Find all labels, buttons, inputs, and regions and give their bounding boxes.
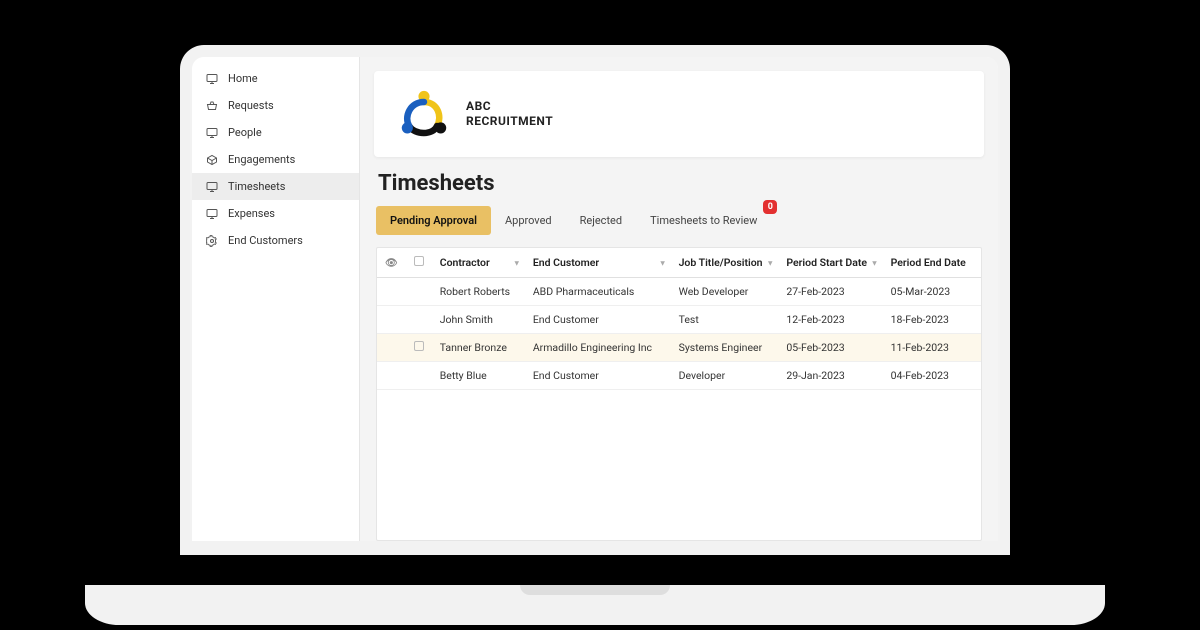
monitor-icon (206, 127, 218, 139)
app-root: Home Requests People Engagements Timeshe… (192, 57, 998, 541)
tab-timesheets-to-review[interactable]: Timesheets to Review 0 (636, 206, 771, 235)
sidebar: Home Requests People Engagements Timeshe… (192, 57, 360, 541)
sidebar-item-label: Requests (228, 99, 274, 112)
brand-name: ABC RECRUITMENT (466, 99, 553, 129)
column-period-end[interactable]: Period End Date (883, 248, 981, 278)
timesheets-table-container: 👁 Contractor End Customer Job Title/Posi… (376, 247, 982, 541)
laptop-notch (520, 585, 670, 595)
sidebar-item-label: Engagements (228, 153, 295, 166)
timesheets-table: 👁 Contractor End Customer Job Title/Posi… (377, 248, 981, 390)
row-checkbox-cell[interactable] (406, 334, 432, 362)
checkbox-icon (414, 256, 424, 266)
column-visibility[interactable]: 👁 (377, 248, 406, 278)
basket-icon (206, 100, 218, 112)
table-row[interactable]: Betty BlueEnd CustomerDeveloper29-Jan-20… (377, 362, 981, 390)
monitor-icon (206, 208, 218, 220)
brand-logo (396, 89, 452, 139)
cell-contractor: Tanner Bronze (432, 334, 525, 362)
checkbox-icon (414, 341, 424, 351)
cell-period-start: 12-Feb-2023 (778, 306, 882, 334)
cell-period-start: 27-Feb-2023 (778, 278, 882, 306)
sidebar-item-label: Home (228, 72, 258, 85)
cell-contractor: John Smith (432, 306, 525, 334)
row-checkbox-cell[interactable] (406, 306, 432, 334)
table-row[interactable]: Tanner BronzeArmadillo Engineering IncSy… (377, 334, 981, 362)
cell-period-start: 29-Jan-2023 (778, 362, 882, 390)
cell-job-title: Systems Engineer (671, 334, 779, 362)
row-checkbox-cell[interactable] (406, 362, 432, 390)
sidebar-item-end-customers[interactable]: End Customers (192, 227, 359, 254)
page-title: Timesheets (378, 171, 982, 196)
main-area: ABC RECRUITMENT Timesheets Pending Appro… (360, 57, 998, 541)
column-end-customer[interactable]: End Customer (525, 248, 671, 278)
sidebar-item-label: Timesheets (228, 180, 285, 193)
monitor-icon (206, 73, 218, 85)
laptop-base (85, 585, 1105, 625)
monitor-icon (206, 181, 218, 193)
sidebar-item-home[interactable]: Home (192, 65, 359, 92)
cell-end-customer: Armadillo Engineering Inc (525, 334, 671, 362)
sidebar-item-label: End Customers (228, 234, 303, 247)
row-checkbox-cell[interactable] (406, 278, 432, 306)
row-blank (377, 362, 406, 390)
sidebar-item-label: Expenses (228, 207, 275, 220)
column-select-all[interactable] (406, 248, 432, 278)
cell-contractor: Robert Roberts (432, 278, 525, 306)
tab-approved[interactable]: Approved (491, 206, 566, 235)
box-icon (206, 154, 218, 166)
sidebar-item-expenses[interactable]: Expenses (192, 200, 359, 227)
cell-job-title: Developer (671, 362, 779, 390)
notification-badge: 0 (763, 200, 777, 214)
row-blank (377, 334, 406, 362)
laptop-frame: Home Requests People Engagements Timeshe… (180, 45, 1010, 625)
brand-line1: ABC (466, 99, 553, 114)
cell-period-end: 04-Feb-2023 (883, 362, 981, 390)
cell-job-title: Web Developer (671, 278, 779, 306)
column-period-start[interactable]: Period Start Date (778, 248, 882, 278)
sidebar-item-timesheets[interactable]: Timesheets (192, 173, 359, 200)
row-blank (377, 306, 406, 334)
cell-end-customer: End Customer (525, 362, 671, 390)
cell-period-end: 11-Feb-2023 (883, 334, 981, 362)
cell-period-end: 18-Feb-2023 (883, 306, 981, 334)
sidebar-item-label: People (228, 126, 262, 139)
brand-line2: RECRUITMENT (466, 114, 553, 129)
cell-end-customer: ABD Pharmaceuticals (525, 278, 671, 306)
cell-job-title: Test (671, 306, 779, 334)
table-row[interactable]: John SmithEnd CustomerTest12-Feb-202318-… (377, 306, 981, 334)
gear-icon (206, 235, 218, 247)
cell-contractor: Betty Blue (432, 362, 525, 390)
cell-period-start: 05-Feb-2023 (778, 334, 882, 362)
table-row[interactable]: Robert RobertsABD PharmaceuticalsWeb Dev… (377, 278, 981, 306)
cell-end-customer: End Customer (525, 306, 671, 334)
screen: Home Requests People Engagements Timeshe… (180, 45, 1010, 555)
tab-pending-approval[interactable]: Pending Approval (376, 206, 491, 235)
tab-rejected[interactable]: Rejected (566, 206, 636, 235)
cell-period-end: 05-Mar-2023 (883, 278, 981, 306)
sidebar-item-requests[interactable]: Requests (192, 92, 359, 119)
eye-icon: 👁 (385, 258, 398, 269)
column-contractor[interactable]: Contractor (432, 248, 525, 278)
sidebar-item-people[interactable]: People (192, 119, 359, 146)
tabs: Pending Approval Approved Rejected Times… (376, 206, 982, 235)
row-blank (377, 278, 406, 306)
sidebar-item-engagements[interactable]: Engagements (192, 146, 359, 173)
page-content: Timesheets Pending Approval Approved Rej… (360, 167, 998, 541)
brand-header: ABC RECRUITMENT (374, 71, 984, 157)
column-job-title[interactable]: Job Title/Position (671, 248, 779, 278)
tab-label: Timesheets to Review (650, 214, 757, 227)
